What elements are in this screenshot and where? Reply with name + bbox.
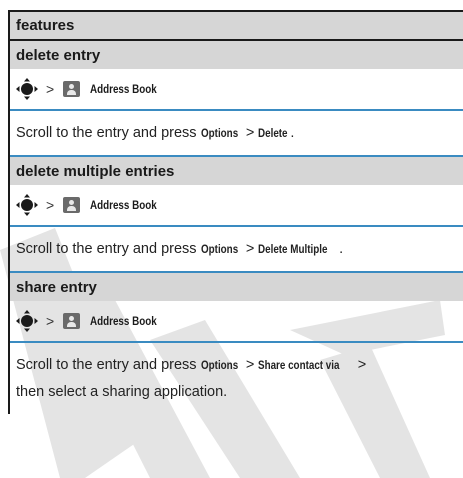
path-separator: > (46, 197, 55, 213)
section-description: Scroll to the entry and press Options > De… (10, 227, 463, 271)
section-title-text: delete entry (16, 46, 101, 64)
features-table: features delete entry > Address Book Scr… (8, 10, 463, 414)
section-description: Scroll to the entry and press Options > De… (10, 111, 463, 155)
key-share-contact-via: Share contact via (258, 358, 340, 372)
section-title-share-entry: share entry (10, 273, 463, 301)
address-book-icon (63, 313, 81, 329)
desc-text: Scroll to the entry and press (16, 241, 201, 257)
menu-path: > Address Book (10, 69, 463, 109)
header-title: features (16, 17, 75, 34)
nav-key-icon (16, 310, 38, 332)
desc-text: Scroll to the entry and press (16, 125, 201, 141)
key-delete-multiple: Delete Multiple (258, 242, 328, 256)
section-title-delete-entry: delete entry (10, 41, 463, 69)
path-app-label: Address Book (90, 314, 157, 328)
path-separator: > (46, 81, 55, 97)
section-title-text: share entry (16, 278, 97, 296)
nav-key-icon (16, 194, 38, 216)
table-header: features (10, 10, 463, 41)
path-app-label: Address Book (90, 82, 157, 96)
nav-key-icon (16, 78, 38, 100)
address-book-icon (63, 81, 81, 97)
address-book-icon (63, 197, 81, 213)
key-options: Options (200, 358, 238, 372)
desc-separator: > (245, 357, 255, 373)
menu-path: > Address Book (10, 301, 463, 341)
desc-text: Scroll to the entry and press (16, 357, 201, 373)
desc-end: . (290, 125, 295, 141)
key-delete: Delete (258, 126, 288, 140)
path-app-label: Address Book (90, 198, 157, 212)
section-title-delete-multiple: delete multiple entries (10, 157, 463, 185)
section-title-text: delete multiple entries (16, 162, 175, 180)
path-separator: > (46, 313, 55, 329)
desc-separator: > (357, 357, 367, 373)
desc-separator: > (245, 241, 255, 257)
key-options: Options (200, 242, 238, 256)
desc-end: then select a sharing application. (16, 384, 228, 400)
desc-end: . (339, 241, 344, 257)
key-options: Options (200, 126, 238, 140)
menu-path: > Address Book (10, 185, 463, 225)
desc-separator: > (245, 125, 255, 141)
section-description: Scroll to the entry and press Options > Sh… (10, 343, 463, 414)
